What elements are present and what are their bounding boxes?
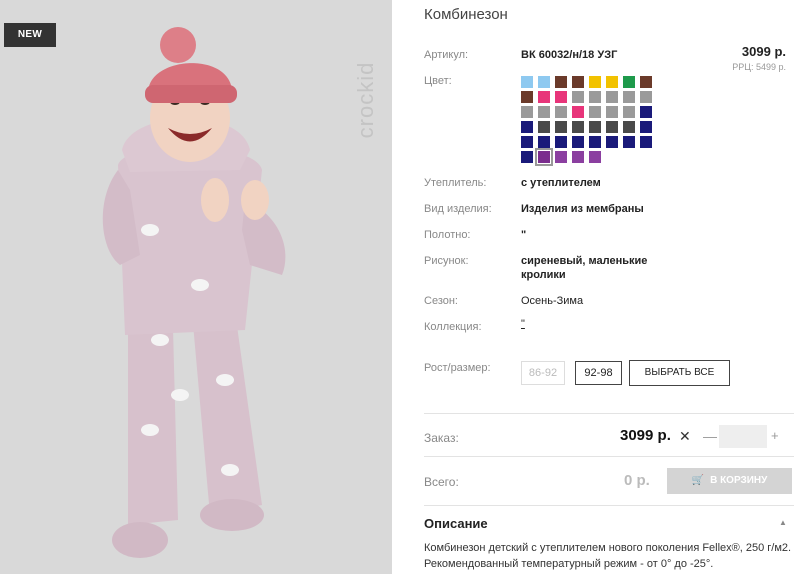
divider xyxy=(424,505,794,506)
color-swatch[interactable] xyxy=(555,136,567,148)
article-value: ВК 60032/н/18 УЗГ xyxy=(521,49,618,61)
season-label: Сезон: xyxy=(424,295,458,307)
color-swatch[interactable] xyxy=(640,106,652,118)
season-value: Осень-Зима xyxy=(521,295,584,307)
order-price: 3099 р. xyxy=(620,427,671,444)
product-title: Комбинезон xyxy=(424,6,508,23)
color-swatch[interactable] xyxy=(606,136,618,148)
color-swatch[interactable] xyxy=(572,136,584,148)
color-swatch[interactable] xyxy=(606,106,618,118)
collection-label: Коллекция: xyxy=(424,321,482,333)
color-swatch[interactable] xyxy=(538,121,550,133)
color-swatch[interactable] xyxy=(589,76,601,88)
pattern-value-line2: кролики xyxy=(521,269,566,281)
color-swatch[interactable] xyxy=(623,91,635,103)
decrement-button[interactable]: — xyxy=(703,428,717,444)
size-option-86-92[interactable]: 86-92 xyxy=(521,361,565,385)
cart-icon: 🛒 xyxy=(691,475,705,486)
description-heading[interactable]: Описание xyxy=(424,516,488,531)
collection-value[interactable]: " xyxy=(521,318,525,330)
color-swatch[interactable] xyxy=(606,121,618,133)
color-swatch[interactable] xyxy=(589,121,601,133)
color-label: Цвет: xyxy=(424,75,452,87)
color-swatch[interactable] xyxy=(589,136,601,148)
color-swatch[interactable] xyxy=(606,76,618,88)
rrp-price: РРЦ: 5499 р. xyxy=(732,62,786,72)
description-text: Комбинезон детский с утеплителем нового … xyxy=(424,542,792,570)
color-swatch[interactable] xyxy=(640,76,652,88)
color-swatch[interactable] xyxy=(521,91,533,103)
color-swatch[interactable] xyxy=(589,91,601,103)
color-swatch[interactable] xyxy=(572,106,584,118)
color-swatch[interactable] xyxy=(589,106,601,118)
color-swatch[interactable] xyxy=(572,91,584,103)
color-swatch[interactable] xyxy=(521,136,533,148)
total-label: Всего: xyxy=(424,475,459,489)
color-swatch[interactable] xyxy=(535,148,553,166)
color-swatch[interactable] xyxy=(572,151,584,163)
color-swatch[interactable] xyxy=(538,106,550,118)
new-badge: NEW xyxy=(4,23,56,47)
add-to-cart-button[interactable]: 🛒 В КОРЗИНУ xyxy=(667,468,792,494)
total-value: 0 р. xyxy=(624,472,650,489)
color-swatch[interactable] xyxy=(555,121,567,133)
insulation-label: Утеплитель: xyxy=(424,177,487,189)
product-info-panel: Комбинезон Артикул: ВК 60032/н/18 УЗГ 30… xyxy=(424,0,794,574)
pattern-value-line1: сиреневый, маленькие xyxy=(521,255,648,267)
type-value: Изделия из мембраны xyxy=(521,203,644,215)
type-label: Вид изделия: xyxy=(424,203,492,215)
color-swatch[interactable] xyxy=(640,121,652,133)
pattern-label: Рисунок: xyxy=(424,255,469,267)
color-swatch[interactable] xyxy=(640,91,652,103)
color-swatch[interactable] xyxy=(521,121,533,133)
color-swatch[interactable] xyxy=(623,136,635,148)
insulation-value: с утеплителем xyxy=(521,177,601,189)
article-label: Артикул: xyxy=(424,49,469,61)
chevron-up-icon[interactable]: ▲ xyxy=(779,518,787,527)
color-swatch[interactable] xyxy=(606,91,618,103)
color-swatch[interactable] xyxy=(555,151,567,163)
color-swatch[interactable] xyxy=(589,151,601,163)
color-swatch[interactable] xyxy=(640,136,652,148)
multiply-icon: ✕ xyxy=(679,428,691,444)
product-photo[interactable]: NEW crockid xyxy=(0,0,392,574)
divider xyxy=(424,456,794,457)
color-swatch[interactable] xyxy=(572,121,584,133)
quantity-input[interactable] xyxy=(719,425,767,448)
color-swatch[interactable] xyxy=(555,106,567,118)
color-swatch[interactable] xyxy=(623,121,635,133)
color-swatch[interactable] xyxy=(555,76,567,88)
fabric-value: " xyxy=(521,229,527,241)
brand-watermark: crockid xyxy=(353,61,378,139)
color-swatch[interactable] xyxy=(538,91,550,103)
color-swatch[interactable] xyxy=(521,106,533,118)
color-swatch[interactable] xyxy=(538,76,550,88)
color-swatch[interactable] xyxy=(623,76,635,88)
color-swatch[interactable] xyxy=(521,151,533,163)
child-in-snowsuit-image xyxy=(0,0,392,574)
color-swatch[interactable] xyxy=(623,106,635,118)
add-to-cart-label: В КОРЗИНУ xyxy=(710,475,768,486)
color-swatch[interactable] xyxy=(538,136,550,148)
divider xyxy=(424,413,794,414)
order-label: Заказ: xyxy=(424,431,459,445)
color-swatch[interactable] xyxy=(572,76,584,88)
increment-button[interactable]: + xyxy=(771,428,779,443)
product-price: 3099 р. xyxy=(741,44,786,59)
fabric-label: Полотно: xyxy=(424,229,471,241)
select-all-button[interactable]: ВЫБРАТЬ ВСЕ xyxy=(629,360,730,386)
size-option-92-98[interactable]: 92-98 xyxy=(575,361,622,385)
color-swatch[interactable] xyxy=(555,91,567,103)
size-label: Рост/размер: xyxy=(424,362,491,374)
color-swatch[interactable] xyxy=(521,76,533,88)
